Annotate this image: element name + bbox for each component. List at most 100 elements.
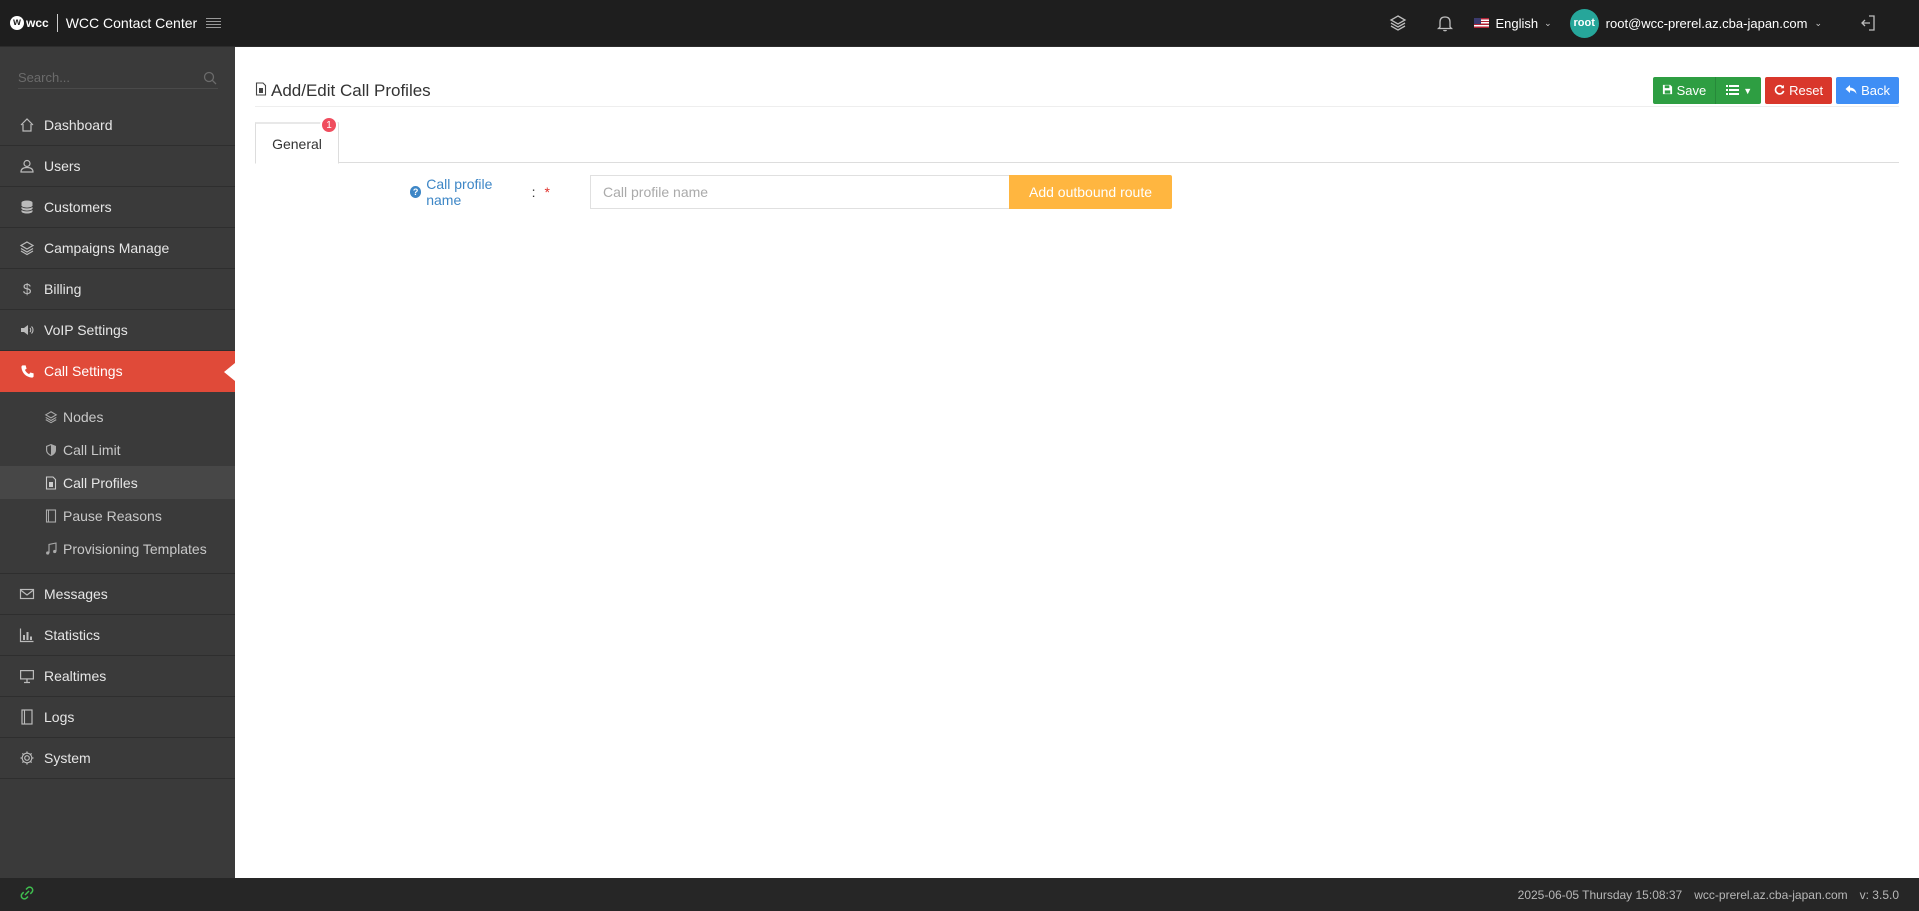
reply-icon <box>1845 83 1857 98</box>
sidebar-item-realtimes[interactable]: Realtimes <box>0 656 235 697</box>
sidebar-toggle-icon[interactable] <box>206 17 222 29</box>
book-icon <box>18 708 36 726</box>
sidebar-item-label: Campaigns Manage <box>44 240 170 256</box>
database-icon <box>18 198 36 216</box>
sidebar-subitem-call-profiles[interactable]: Call Profiles <box>0 466 235 499</box>
sidebar-item-logs[interactable]: Logs <box>0 697 235 738</box>
sidebar-subitem-label: Nodes <box>63 408 104 425</box>
sidebar-subitem-pause-reasons[interactable]: Pause Reasons <box>0 499 235 532</box>
save-icon <box>1662 83 1673 98</box>
layers-icon <box>18 239 36 257</box>
sidebar-item-users[interactable]: Users <box>0 146 235 187</box>
chevron-down-icon: ⌄ <box>1544 17 1552 28</box>
chevron-down-icon: ▼ <box>1743 85 1753 96</box>
sidebar-item-dashboard[interactable]: Dashboard <box>0 105 235 146</box>
back-button[interactable]: Back <box>1836 77 1899 104</box>
envelope-icon <box>18 585 36 603</box>
status-footer: 2025-06-05 Thursday 15:08:37 wcc-prerel.… <box>0 878 1919 911</box>
bar-chart-icon <box>18 626 36 644</box>
logo-text: wcc <box>26 16 49 30</box>
sidebar-item-statistics[interactable]: Statistics <box>0 615 235 656</box>
tab-general[interactable]: General 1 <box>255 116 339 164</box>
app-title: WCC Contact Center <box>65 15 198 31</box>
call-settings-submenu: Nodes Call Limit Call Profiles Pause Rea… <box>0 392 235 574</box>
sidebar-item-campaigns-manage[interactable]: Campaigns Manage <box>0 228 235 269</box>
topbar-right: English ⌄ root root@wcc-prerel.az.cba-ja… <box>1374 0 1919 47</box>
search-input[interactable] <box>18 67 218 89</box>
sidebar-item-label: Messages <box>44 586 108 602</box>
label-colon: : <box>531 184 536 200</box>
add-outbound-route-button[interactable]: Add outbound route <box>1009 175 1172 209</box>
chevron-down-icon: ⌄ <box>1814 17 1822 28</box>
sidebar-item-label: Customers <box>44 199 112 215</box>
call-profile-name-label: ? Call profile name : * <box>410 175 550 209</box>
sidebar-search <box>0 47 235 105</box>
sidebar-item-messages[interactable]: Messages <box>0 574 235 615</box>
sidebar-subitem-call-limit[interactable]: Call Limit <box>0 433 235 466</box>
sidebar-item-voip-settings[interactable]: VoIP Settings <box>0 310 235 351</box>
footer-version: v: 3.5.0 <box>1859 887 1899 902</box>
user-menu[interactable]: root root@wcc-prerel.az.cba-japan.com ⌄ <box>1569 8 1822 38</box>
page-title-text: Add/Edit Call Profiles <box>271 81 431 100</box>
brand: w wcc WCC Contact Center <box>0 0 235 47</box>
sidebar-item-billing[interactable]: $ Billing <box>0 269 235 310</box>
language-label: English <box>1495 15 1539 31</box>
shield-icon <box>44 443 58 457</box>
layers-icon[interactable] <box>1374 0 1421 47</box>
bell-icon[interactable] <box>1421 0 1468 47</box>
file-icon <box>255 81 267 101</box>
back-label: Back <box>1861 83 1890 98</box>
save-button[interactable]: Save <box>1652 77 1716 104</box>
phone-icon <box>18 362 36 380</box>
call-profile-name-row: ? Call profile name : * Add outbound rou… <box>235 175 1235 209</box>
dollar-icon: $ <box>22 280 32 298</box>
sidebar-item-label: VoIP Settings <box>44 322 128 338</box>
language-selector[interactable]: English ⌄ <box>1474 15 1552 31</box>
save-options-dropdown[interactable]: ▼ <box>1715 77 1762 104</box>
sidebar-subitem-label: Pause Reasons <box>63 507 162 524</box>
footer-info: 2025-06-05 Thursday 15:08:37 wcc-prerel.… <box>1518 888 1919 902</box>
sidebar-item-label: Billing <box>44 281 82 297</box>
sidebar-item-system[interactable]: System <box>0 738 235 779</box>
field-label-text: Call profile name <box>426 176 493 208</box>
call-profile-name-input[interactable] <box>590 175 1010 209</box>
required-mark: * <box>544 184 550 200</box>
monitor-icon <box>18 667 36 685</box>
avatar: root <box>1569 8 1599 38</box>
footer-host: wcc-prerel.az.cba-japan.com <box>1694 887 1848 902</box>
refresh-icon <box>1774 83 1785 98</box>
music-icon <box>44 541 58 556</box>
sidebar-item-label: Call Settings <box>44 363 123 379</box>
sidebar-item-label: Realtimes <box>44 668 107 684</box>
file-icon <box>44 475 58 490</box>
sidebar-item-label: Users <box>44 158 81 174</box>
sidebar-subitem-nodes[interactable]: Nodes <box>0 400 235 433</box>
page-title: Add/Edit Call Profiles <box>255 81 431 101</box>
reset-button[interactable]: Reset <box>1765 77 1833 104</box>
layers-icon <box>44 410 58 424</box>
page-header: Add/Edit Call Profiles Save ▼ Reset Back <box>255 77 1899 107</box>
user-icon <box>18 157 36 175</box>
list-icon <box>1726 83 1740 98</box>
sidebar-subitem-label: Call Profiles <box>63 474 138 491</box>
error-count-badge: 1 <box>320 116 338 134</box>
brand-logo[interactable]: w wcc <box>10 16 49 30</box>
search-icon[interactable] <box>203 71 217 90</box>
question-circle-icon[interactable]: ? <box>410 186 422 198</box>
logo-mark-icon: w <box>10 16 24 30</box>
save-label: Save <box>1676 83 1707 98</box>
tab-label: General <box>272 135 322 152</box>
top-bar: w wcc WCC Contact Center English ⌄ root … <box>0 0 1919 47</box>
logout-icon[interactable] <box>1844 0 1891 47</box>
footer-datetime: 2025-06-05 Thursday 15:08:37 <box>1517 887 1683 902</box>
sidebar-item-customers[interactable]: Customers <box>0 187 235 228</box>
home-icon <box>18 116 36 134</box>
volume-icon <box>18 321 36 339</box>
sidebar-item-label: Logs <box>44 709 75 725</box>
sidebar-item-call-settings[interactable]: Call Settings <box>0 351 235 392</box>
main-content: Add/Edit Call Profiles Save ▼ Reset Back… <box>235 47 1919 878</box>
sidebar-subitem-label: Call Limit <box>63 441 121 458</box>
sidebar-subitem-provisioning-templates[interactable]: Provisioning Templates <box>0 532 235 565</box>
sidebar: Dashboard Users Customers Campaigns Mana… <box>0 47 235 878</box>
sidebar-subitem-label: Provisioning Templates <box>63 540 207 557</box>
